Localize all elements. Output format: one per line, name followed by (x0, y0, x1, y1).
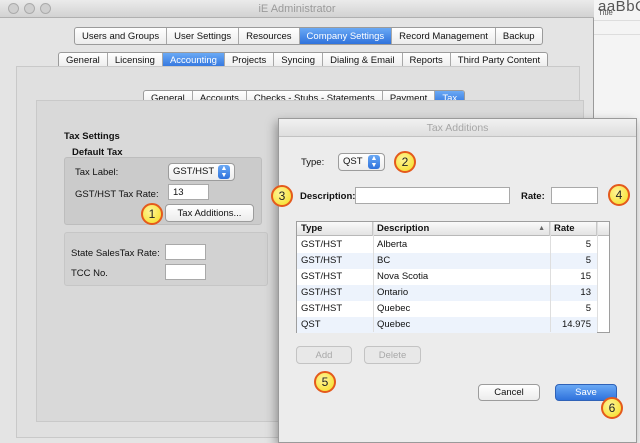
description-field[interactable] (355, 187, 510, 204)
rate-caption: Rate: (521, 191, 545, 202)
cell-rate: 13 (580, 287, 591, 298)
cell-description: Nova Scotia (377, 271, 429, 282)
cancel-button[interactable]: Cancel (478, 384, 540, 401)
tax-label-value: GST/HST (173, 166, 215, 177)
table-row[interactable]: GST/HST Alberta 5 (297, 237, 597, 253)
type-select[interactable]: QST ▲ ▼ (338, 153, 385, 171)
tax-label-select[interactable]: GST/HST ▲ ▼ (168, 163, 235, 181)
cell-type: GST/HST (301, 303, 343, 314)
type-caption: Type: (301, 157, 325, 168)
state-sales-tax-caption: State SalesTax Rate: (71, 248, 160, 259)
tab-record-management[interactable]: Record Management (392, 28, 496, 44)
tcc-caption: TCC No. (71, 268, 108, 279)
column-divider (373, 222, 374, 332)
sort-ascending-icon: ▲ (538, 225, 545, 232)
background-style-label: Title (598, 8, 613, 17)
select-stepper-icon: ▲ ▼ (218, 165, 230, 179)
column-divider (597, 222, 598, 332)
cell-description: BC (377, 255, 391, 266)
tab-company-settings[interactable]: Company Settings (299, 28, 393, 44)
cell-rate: 5 (585, 303, 591, 314)
column-header-description-label: Description (377, 223, 430, 234)
callout-5: 5 (314, 371, 336, 393)
table-row[interactable]: GST/HST Quebec 5 (297, 301, 597, 317)
tcc-field[interactable] (165, 264, 206, 280)
cell-type: GST/HST (301, 287, 343, 298)
callout-2: 2 (394, 151, 416, 173)
callout-1: 1 (141, 203, 163, 225)
tab-resources[interactable]: Resources (239, 28, 300, 44)
type-value: QST (343, 156, 363, 167)
tax-rate-field[interactable]: 13 (168, 184, 209, 200)
cell-rate: 14.975 (561, 319, 591, 330)
main-section-tabs: Users and Groups User Settings Resources Co… (74, 27, 543, 45)
window-title: iE Administrator (258, 3, 336, 15)
callout-3: 3 (271, 185, 293, 207)
tab-users-and-groups[interactable]: Users and Groups (75, 28, 168, 44)
table-row[interactable]: GST/HST BC 5 (297, 253, 597, 269)
description-caption: Description: (300, 191, 356, 202)
callout-4: 4 (608, 184, 630, 206)
cell-type: GST/HST (301, 239, 343, 250)
tax-additions-table: Type Description ▲ Rate GST/HST Alberta 5 G… (296, 221, 610, 333)
column-header-description[interactable]: Description ▲ (373, 222, 550, 236)
add-button[interactable]: Add (296, 346, 352, 364)
table-header: Type Description ▲ Rate (297, 222, 609, 236)
cell-type: GST/HST (301, 255, 343, 266)
table-row[interactable]: GST/HST Nova Scotia 15 (297, 269, 597, 285)
rate-field[interactable] (551, 187, 598, 204)
cell-type: GST/HST (301, 271, 343, 282)
cell-description: Alberta (377, 239, 408, 250)
cell-rate: 15 (580, 271, 591, 282)
tab-backup[interactable]: Backup (496, 28, 542, 44)
column-divider (550, 222, 551, 332)
tab-user-settings[interactable]: User Settings (167, 28, 240, 44)
cell-description: Ontario (377, 287, 409, 298)
select-stepper-icon: ▲ ▼ (368, 155, 380, 169)
tax-additions-button[interactable]: Tax Additions... (165, 204, 254, 222)
callout-6: 6 (601, 397, 623, 419)
background-divider (594, 34, 640, 35)
cell-rate: 5 (585, 255, 591, 266)
default-tax-heading: Default Tax (72, 147, 123, 158)
tax-rate-caption: GST/HST Tax Rate: (75, 189, 159, 200)
delete-button[interactable]: Delete (364, 346, 421, 364)
dialog-title: Tax Additions (426, 122, 489, 134)
cell-description: Quebec (377, 319, 411, 330)
column-header-rate[interactable]: Rate (550, 222, 597, 236)
tax-label-caption: Tax Label: (75, 167, 119, 178)
state-sales-tax-field[interactable] (165, 244, 206, 260)
tax-settings-heading: Tax Settings (64, 131, 120, 142)
cell-type: QST (301, 319, 321, 330)
table-row[interactable]: GST/HST Ontario 13 (297, 285, 597, 301)
table-row[interactable]: QST Quebec 14.975 (297, 317, 597, 333)
cell-rate: 5 (585, 239, 591, 250)
cell-description: Quebec (377, 303, 411, 314)
background-divider (594, 20, 640, 21)
column-header-type[interactable]: Type (297, 222, 373, 236)
